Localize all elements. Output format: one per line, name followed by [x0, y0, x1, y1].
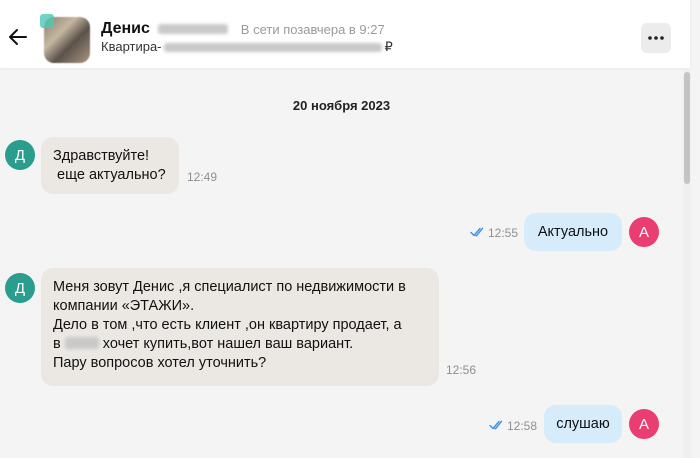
incoming-message-bubble: Здравствуйте! еще актуально? [41, 137, 179, 194]
back-arrow-icon[interactable] [6, 25, 30, 49]
double-check-icon [470, 227, 484, 237]
redacted-surname [158, 24, 229, 34]
contact-name[interactable]: Денис [101, 20, 150, 37]
message-text-line: Пару вопросов хотел уточнить? [53, 355, 267, 371]
message-text-line: Дело в том ,что есть клиент ,он квартиру… [53, 317, 402, 333]
message-time: 12:49 [187, 170, 218, 184]
chat-scrollbar[interactable] [683, 70, 691, 458]
double-check-icon [489, 420, 503, 430]
incoming-message-bubble: Меня зовут Денис ,я специалист по недвиж… [41, 268, 439, 386]
listing-title-row[interactable]: Квартира- ₽ [101, 39, 393, 55]
message-time: 12:55 [488, 226, 519, 240]
message-text-line: компании «ЭТАЖИ». [53, 298, 195, 314]
redacted-listing-details [163, 43, 382, 53]
contact-status: В сети позавчера в 9:27 [240, 21, 385, 37]
outgoing-message-bubble: Актуально [524, 213, 622, 251]
message-text-fragment: хочет купить,вот нашел ваш вариант. [98, 336, 354, 352]
more-dots-icon [648, 36, 664, 40]
listing-thumbnail-badge [40, 14, 54, 28]
contact-title-row: Денис В сети позавчера в 9:27 [101, 20, 385, 40]
message-time: 12:58 [507, 419, 538, 433]
message-text: слушаю [556, 416, 610, 432]
message-text-line-with-redaction: в хочет купить,вот нашел ваш вариант. [53, 335, 406, 354]
chat-header: Денис В сети позавчера в 9:27 Квартира- ₽ [0, 0, 690, 68]
user-avatar[interactable]: А [629, 409, 659, 439]
redacted-city [64, 337, 99, 349]
more-options-button[interactable] [641, 23, 671, 53]
message-text-line: Меня зовут Денис ,я специалист по недвиж… [53, 279, 406, 295]
contact-avatar[interactable]: Д [5, 273, 35, 303]
listing-prefix: Квартира- [101, 39, 162, 54]
message-time: 12:56 [446, 363, 477, 377]
message-text-fragment: в [53, 336, 61, 352]
user-avatar[interactable]: А [629, 217, 659, 247]
listing-currency: ₽ [384, 39, 393, 54]
date-separator: 20 ноября 2023 [292, 98, 391, 113]
scrollbar-thumb[interactable] [684, 72, 690, 184]
message-text: Актуально [537, 224, 609, 240]
message-text-line: еще актуально? [53, 167, 166, 183]
outgoing-message-bubble: слушаю [544, 405, 622, 443]
contact-avatar[interactable]: Д [5, 140, 35, 170]
message-text-line: Здравствуйте! [53, 148, 150, 164]
